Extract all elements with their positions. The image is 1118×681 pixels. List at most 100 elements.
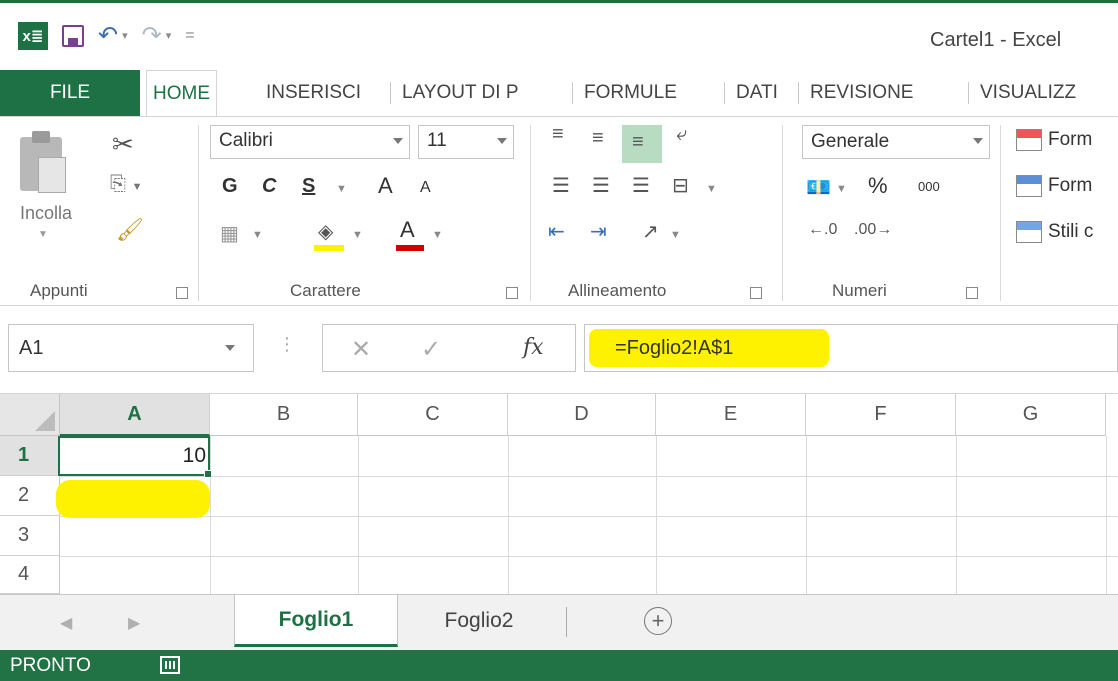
column-header-f[interactable]: F [806,394,956,436]
column-header-g[interactable]: G [956,394,1106,436]
increase-decimal-icon[interactable]: ←.0 [808,221,837,239]
thousands-button[interactable]: 000 [918,179,940,194]
row-header-4[interactable]: 4 [0,556,60,594]
quick-access-toolbar: x≣ ↶ ▾ ↷ ▾ = [18,21,195,50]
enter-icon[interactable]: ✓ [421,335,441,364]
title-bar: x≣ ↶ ▾ ↷ ▾ = Cartel1 - Excel [0,0,1118,70]
formula-bar-grip-icon[interactable]: ⋮ [278,334,296,355]
row-header-1[interactable]: 1 [0,436,60,476]
currency-dropdown-icon[interactable]: ▼ [836,183,847,195]
currency-icon[interactable]: 💶 [806,175,831,200]
fill-color-icon[interactable]: ◈ [318,219,333,244]
fill-handle[interactable] [204,470,212,478]
sheet-tab-foglio1[interactable]: Foglio1 [234,595,398,647]
align-left-icon[interactable]: ☰ [552,173,570,198]
font-name-select[interactable]: Calibri [210,125,410,159]
chevron-down-icon [393,138,403,144]
select-all-button[interactable] [0,394,60,436]
conditional-formatting-button[interactable]: Form [1016,129,1092,151]
orientation-icon[interactable]: ↗ [642,219,659,244]
worksheet-grid[interactable]: A B C D E F G 1 2 3 4 10 [0,394,1118,594]
grow-font-button[interactable]: A [378,173,393,199]
align-bottom-icon: ≡ [632,131,644,153]
fill-color-dropdown-icon[interactable]: ▼ [352,229,363,241]
undo-icon[interactable]: ↶ [98,21,118,50]
italic-button[interactable]: C [262,175,276,198]
column-header-a[interactable]: A [60,394,210,436]
paste-dropdown-icon[interactable]: ▼ [38,229,48,240]
borders-icon[interactable]: ▦ [220,221,239,246]
font-color-button[interactable]: A [400,217,415,243]
add-sheet-icon[interactable]: + [644,607,672,635]
redo-icon[interactable]: ↷ [142,21,162,50]
font-size-select[interactable]: 11 [418,125,514,159]
undo-dropdown-icon[interactable]: ▾ [122,29,128,42]
gridline [508,436,509,594]
number-format-select[interactable]: Generale [802,125,990,159]
scroll-left-icon[interactable]: ◀ [60,613,72,633]
insert-function-button[interactable]: fx [523,335,544,360]
cut-icon[interactable]: ✂ [112,129,134,160]
decrease-decimal-icon[interactable]: .00→ [854,221,892,239]
format-painter-icon[interactable]: 🖌 [116,217,144,243]
merge-dropdown-icon[interactable]: ▼ [706,183,717,195]
percent-button[interactable]: % [868,173,888,199]
column-header-c[interactable]: C [358,394,508,436]
paste-button-label[interactable]: Incolla [20,203,72,224]
group-separator [1000,125,1001,301]
align-right-icon[interactable]: ☰ [632,173,650,198]
number-launcher-icon[interactable] [966,287,978,299]
chevron-down-icon [497,138,507,144]
alignment-launcher-icon[interactable] [750,287,762,299]
paste-icon[interactable] [20,131,66,193]
formula-input[interactable]: =Foglio2!A$1 [584,324,1118,372]
clipboard-launcher-icon[interactable] [176,287,188,299]
tab-dati[interactable]: DATI [730,70,784,116]
name-box[interactable]: A1 [8,324,254,372]
gridline [956,436,957,594]
status-bar: PRONTO [0,650,1118,681]
customize-qat-icon[interactable]: = [185,27,194,45]
cancel-icon[interactable]: ✕ [351,335,371,364]
column-header-e[interactable]: E [656,394,806,436]
merge-center-icon[interactable]: ⊟ [672,173,689,198]
font-launcher-icon[interactable] [506,287,518,299]
align-bottom-button[interactable]: ≡ [622,125,662,163]
align-middle-icon[interactable]: ≡ [592,127,604,150]
tab-file[interactable]: FILE [0,70,140,116]
macro-record-icon[interactable] [160,656,180,674]
group-separator [198,125,199,301]
sheet-tab-foglio2[interactable]: Foglio2 [404,595,554,647]
tab-formule[interactable]: FORMULE [578,70,683,116]
align-top-icon[interactable]: ≡ [552,123,564,146]
bold-button[interactable]: G [222,175,238,198]
borders-dropdown-icon[interactable]: ▼ [252,229,263,241]
wrap-text-icon[interactable]: ⤶ [676,123,687,146]
tab-visualizza[interactable]: VISUALIZZ [974,70,1082,116]
cell-styles-button[interactable]: Stili c [1016,221,1093,243]
tab-home[interactable]: HOME [146,70,217,116]
shrink-font-button[interactable]: A [420,179,431,197]
formula-text: =Foglio2!A$1 [615,337,734,359]
decrease-indent-icon[interactable]: ⇤ [548,219,565,244]
scroll-right-icon[interactable]: ▶ [128,613,140,633]
font-color-dropdown-icon[interactable]: ▼ [432,229,443,241]
row-header-3[interactable]: 3 [0,516,60,556]
redo-dropdown-icon[interactable]: ▾ [166,29,172,42]
formula-buttons: ✕ ✓ fx [322,324,576,372]
increase-indent-icon[interactable]: ⇥ [590,219,607,244]
tab-revisione[interactable]: REVISIONE [804,70,919,116]
tab-inserisci[interactable]: INSERISCI [260,70,367,116]
orientation-dropdown-icon[interactable]: ▼ [670,229,681,241]
save-icon[interactable] [62,24,84,47]
underline-button[interactable]: S [302,175,315,198]
format-as-table-button[interactable]: Form [1016,175,1092,197]
row-header-2[interactable]: 2 [0,476,60,516]
tab-layout[interactable]: LAYOUT DI P [396,70,525,116]
column-header-b[interactable]: B [210,394,358,436]
align-center-icon[interactable]: ☰ [592,173,610,198]
copy-icon[interactable]: ⎘ ▼ [110,173,142,196]
underline-dropdown-icon[interactable]: ▼ [336,183,347,195]
column-header-d[interactable]: D [508,394,656,436]
group-label-font: Carattere [290,281,361,300]
